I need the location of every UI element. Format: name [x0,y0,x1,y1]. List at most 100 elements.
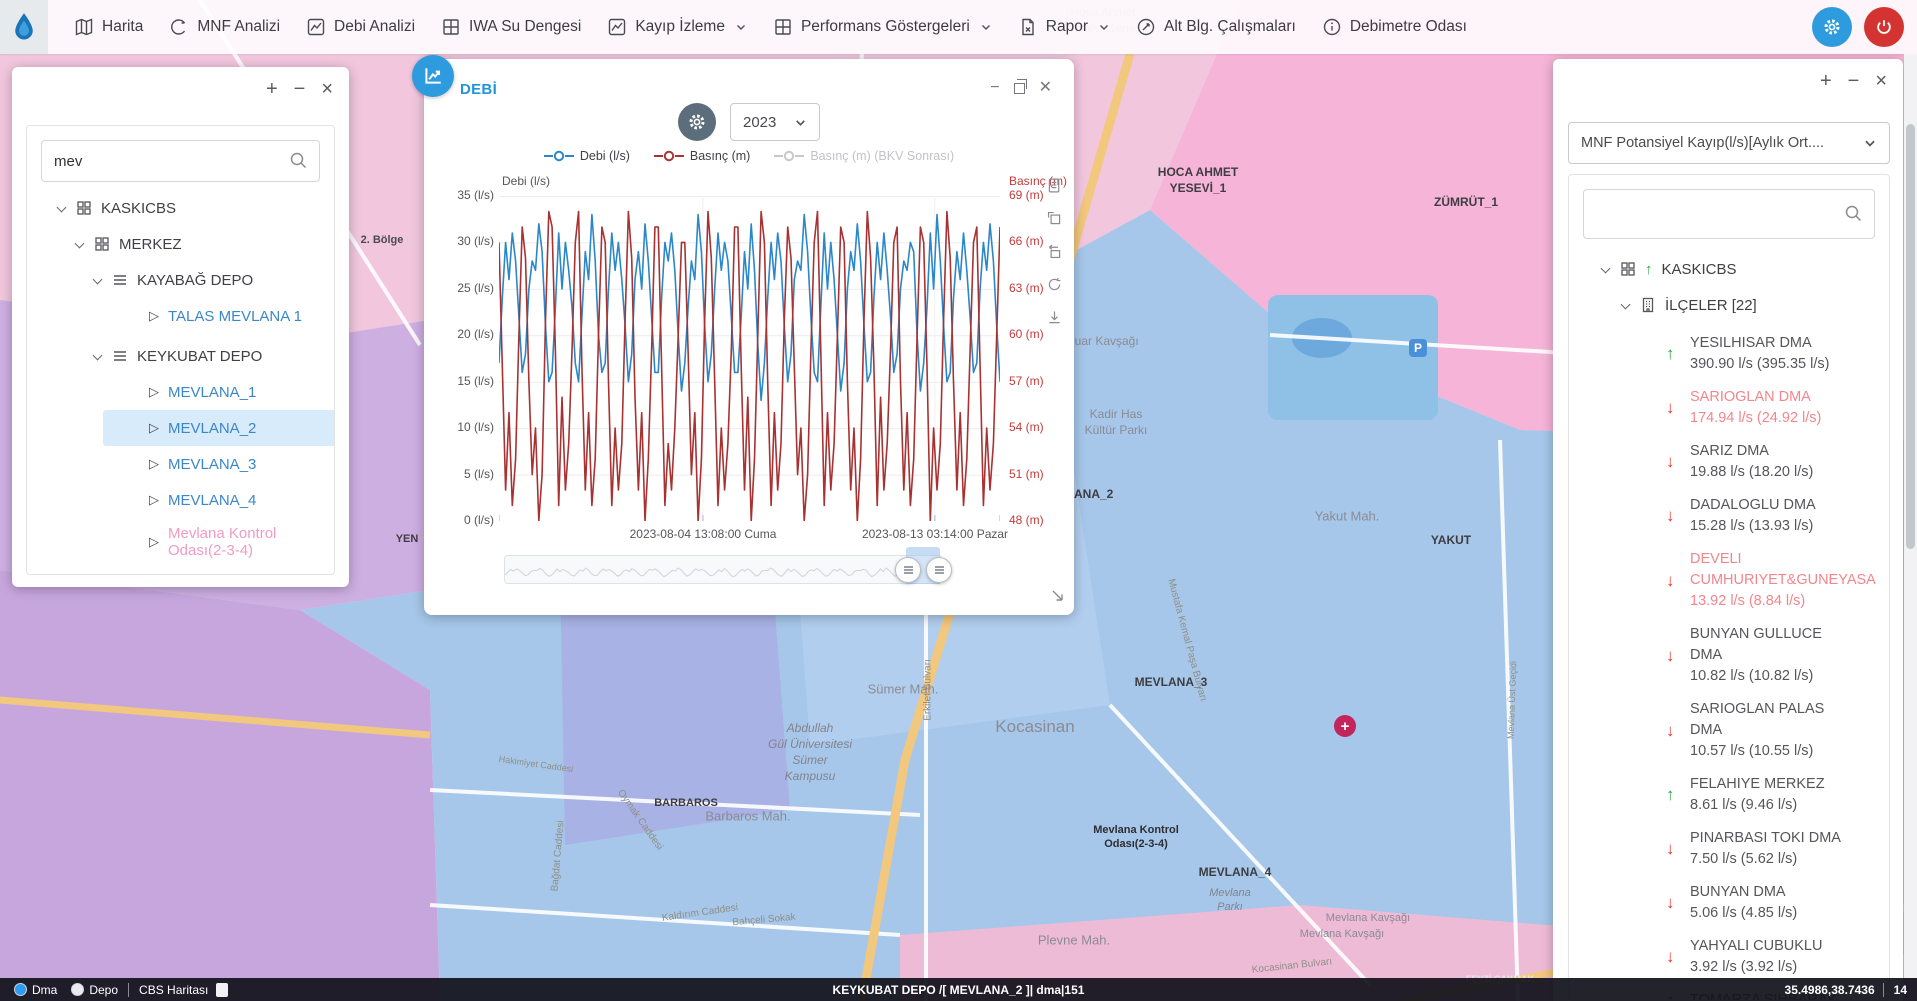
dma-item-bunyan-gulluce[interactable]: ↓BUNYAN GULLUCEDMA10.82 l/s (10.82 l/s) [1666,624,1890,687]
tree-node-label: Mevlana KontrolOdası(2-3-4) [168,525,276,559]
dma-item-sarioglan-palas[interactable]: ↓SARIOGLAN PALASDMA10.57 l/s (10.55 l/s) [1666,699,1890,762]
left-axis-tick: 5 (l/s) [464,467,494,481]
panel-minimize-button[interactable]: − [294,79,306,99]
dma-name: PINARBASI TOKI DMA [1690,828,1890,849]
nav-item-debi-analizi[interactable]: Debi Analizi [306,17,415,37]
export-data-icon[interactable] [1046,177,1063,199]
navigator-left-handle[interactable] [895,557,921,583]
debi-chart-window: DEBİ − ✕ 2023 Debi (l/s) Basınç (m) Bası… [424,59,1074,615]
legend-item-basinc[interactable]: Basınç (m) [654,149,750,163]
nav-item-label: Kayıp İzleme [635,18,725,36]
tree-node-label: KASKICBS [1662,261,1737,278]
dma-item-sarioglan-dma[interactable]: ↓SARIOGLAN DMA174.94 l/s (24.92 l/s) [1666,387,1890,429]
left-axis-tick: 20 (l/s) [457,327,494,341]
legend-item-debi[interactable]: Debi (l/s) [544,149,630,163]
cbs-map-toggle[interactable] [216,983,228,997]
grid-icon [94,236,110,252]
trend-down-icon: ↓ [1666,947,1680,967]
right-axis-tick: 54 (m) [1009,420,1044,434]
nav-item-debimetre-odasi[interactable]: Debimetre Odası [1322,17,1467,37]
dma-item-yesilhisar-dma[interactable]: ↑YESILHISAR DMA390.90 l/s (395.35 l/s) [1666,333,1890,375]
grid-icon [773,17,793,37]
dma-value: 390.90 l/s (395.35 l/s) [1690,354,1890,375]
line-chart-icon [306,17,326,37]
logout-button[interactable] [1864,7,1904,47]
power-icon [1875,18,1893,36]
list-icon [112,272,128,288]
year-select-value: 2023 [743,114,776,131]
nav-item-mnf-analizi[interactable]: MNF Analizi [169,17,280,37]
dma-item-dadaloglu-dma[interactable]: ↓DADALOGLU DMA15.28 l/s (13.93 l/s) [1666,495,1890,537]
tree-node-mevlana-kontrol[interactable]: ▷Mevlana KontrolOdası(2-3-4) [103,518,335,566]
tree-node-ilceler[interactable]: İLÇELER [22] [1569,287,1889,323]
app-logo[interactable] [0,0,48,54]
dma-layer-toggle[interactable]: Dma [14,983,57,997]
window-minimize-button[interactable]: − [990,81,999,95]
tree-node-mevlana-4[interactable]: ▷MEVLANA_4 [103,482,335,518]
nav-item-rapor[interactable]: Rapor [1018,17,1110,37]
tree-node-talas-mevlana-1[interactable]: ▷TALAS MEVLANA 1 [103,298,335,334]
tree-node-kayaba-depo[interactable]: KAYABAĞ DEPO [27,262,334,298]
nav-item-alt-blg-calismalari[interactable]: Alt Blg. Çalışmaları [1136,17,1296,37]
dma-name: BUNYAN DMA [1690,882,1890,903]
window-resize-handle[interactable] [1050,588,1066,609]
trend-down-icon: ↓ [1666,506,1680,526]
breadcrumb-suffix: | dma|151 [1030,983,1085,997]
tree-search-input[interactable] [42,153,319,170]
window-maximize-button[interactable] [1014,83,1025,94]
nav-item-label: Alt Blg. Çalışmaları [1164,18,1296,36]
settings-button[interactable] [1812,7,1852,47]
dma-name: SARIOGLAN PALASDMA [1690,699,1890,741]
dma-name: DEVELICUMHURIYET&GUNEYASA [1690,549,1890,591]
legend-marker [654,150,684,162]
tree-node-mevlana-3[interactable]: ▷MEVLANA_3 [103,446,335,482]
legend-label: Basınç (m) (BKV Sonrası) [810,149,954,163]
tree-node-keykubat-depo[interactable]: KEYKUBAT DEPO [27,338,334,374]
year-select[interactable]: 2023 [730,103,820,141]
dma-item-sariz-dma[interactable]: ↓SARIZ DMA19.88 l/s (18.20 l/s) [1666,441,1890,483]
metric-dropdown[interactable]: MNF Potansiyel Kayıp(l/s)[Aylık Ort.... [1568,122,1890,164]
search-icon [289,151,309,176]
toggle-dot [14,983,27,996]
dma-item-yahyali-cubuklu[interactable]: ↓YAHYALI CUBUKLU3.92 l/s (3.92 l/s) [1666,936,1890,978]
tree-node-label: KEYKUBAT DEPO [137,348,262,365]
chart-legend: Debi (l/s) Basınç (m) Basınç (m) (BKV So… [424,149,1074,163]
refresh-icon[interactable] [1046,276,1063,298]
tree-node-kaskicbs[interactable]: KASKICBS [27,190,334,226]
dma-item-bunyan-dma[interactable]: ↓BUNYAN DMA5.06 l/s (4.85 l/s) [1666,882,1890,924]
navigator-selection-tab[interactable] [906,547,940,555]
panel-add-button[interactable]: + [1820,71,1832,91]
trend-down-icon: ↓ [1666,571,1680,591]
dma-item-felahiye-merkez[interactable]: ↑FELAHIYE MERKEZ8.61 l/s (9.46 l/s) [1666,774,1890,816]
navigator-right-handle[interactable] [926,557,952,583]
tree-node-mevlana-2[interactable]: ▷MEVLANA_2 [103,410,335,446]
panel-add-button[interactable]: + [266,79,278,99]
chart-range-navigator[interactable] [504,555,942,584]
window-scrollbar[interactable] [1904,54,1917,978]
window-close-button[interactable]: ✕ [1039,81,1052,95]
depo-layer-toggle[interactable]: Depo [71,983,118,997]
undo-zoom-icon[interactable] [1046,243,1063,265]
nav-item-performans-gostergeleri[interactable]: Performans Göstergeleri [773,17,992,37]
dma-item-develi[interactable]: ↓DEVELICUMHURIYET&GUNEYASA13.92 l/s (8.8… [1666,549,1890,612]
chart-plot-area [499,196,1000,521]
nav-item-iwa-su-dengesi[interactable]: IWA Su Dengesi [441,17,581,37]
panel-close-button[interactable]: × [321,79,333,99]
tree-node-kaskicbs[interactable]: ↑ KASKICBS [1569,251,1889,287]
tree-node-mevlana-1[interactable]: ▷MEVLANA_1 [103,374,335,410]
dma-search-input[interactable] [1584,206,1874,223]
nav-item-kayip-izleme[interactable]: Kayıp İzleme [607,17,747,37]
nav-item-harita[interactable]: Harita [74,17,143,37]
chevron-down-icon [57,203,67,213]
panel-close-button[interactable]: × [1875,71,1887,91]
download-icon[interactable] [1046,309,1063,331]
dma-value: 5.06 l/s (4.85 l/s) [1690,903,1890,924]
chart-settings-button[interactable] [678,103,716,141]
legend-marker [774,150,804,162]
legend-item-basinc-bkv[interactable]: Basınç (m) (BKV Sonrası) [774,149,954,163]
scrollbar-thumb[interactable] [1906,124,1915,549]
tree-node-merkez[interactable]: MERKEZ [27,226,334,262]
dma-item-pinarbasi-toki-dma[interactable]: ↓PINARBASI TOKI DMA7.50 l/s (5.62 l/s) [1666,828,1890,870]
panel-minimize-button[interactable]: − [1848,71,1860,91]
zoom-select-icon[interactable] [1046,210,1063,232]
